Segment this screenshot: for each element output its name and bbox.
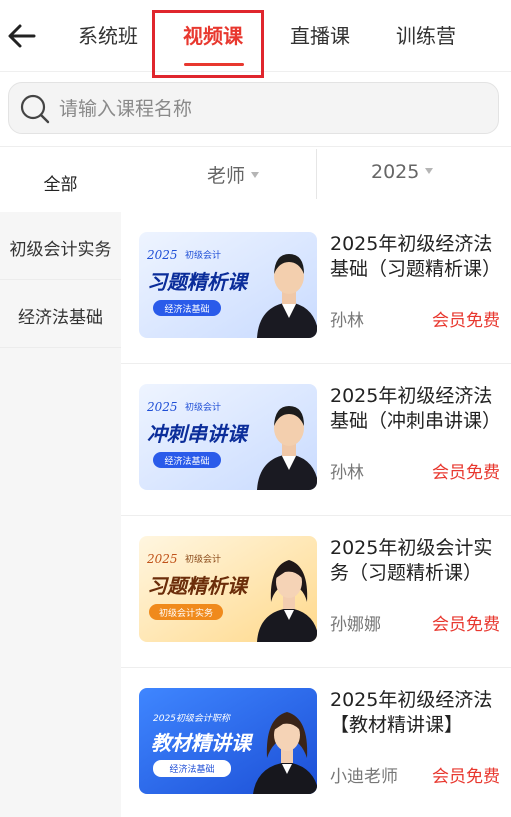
category-all[interactable]: 全部 [0, 147, 121, 213]
category-sidebar: 初级会计实务 经济法基础 [0, 212, 121, 817]
tab-live-course[interactable]: 直播课 [290, 22, 350, 50]
course-card[interactable]: 2025 初级会计 习题精析课 初级会计实务 2025年初级会计实务（习题精析课… [121, 516, 511, 668]
course-thumbnail: 2025 初级会计 冲刺串讲课 经济法基础 [139, 384, 317, 490]
course-teacher: 孙林 [330, 311, 364, 331]
sidebar-item-label: 经济法基础 [18, 308, 103, 328]
thumb-year: 2025 [146, 552, 178, 566]
course-teacher: 孙林 [330, 463, 364, 483]
caret-down-icon [251, 172, 260, 178]
course-price: 会员免费 [432, 311, 500, 331]
search-icon [20, 94, 50, 124]
course-price: 会员免费 [432, 767, 500, 787]
thumb-headline: 习题精析课 [147, 574, 250, 598]
course-thumbnail: 2025 初级会计 习题精析课 经济法基础 [139, 232, 317, 338]
sidebar-item-label: 初级会计实务 [9, 240, 112, 260]
course-title: 2025年初级经济法基础（习题精析课） [330, 233, 502, 280]
tab-video-course[interactable]: 视频课 [183, 22, 243, 50]
thumb-badge: 经济法基础 [169, 763, 214, 775]
course-title: 2025年初级会计实务（习题精析课） [330, 537, 493, 584]
thumb-year: 2025 [146, 248, 178, 262]
course-thumbnail: 2025 初级会计 习题精析课 初级会计实务 [139, 536, 317, 642]
course-thumbnail: 2025初级会计职称 教材精讲课 经济法基础 [139, 688, 317, 794]
thumb-tag: 初级会计 [185, 249, 221, 261]
teacher-filter-label: 老师 [207, 165, 246, 187]
year-filter[interactable]: 2025 [371, 161, 434, 183]
thumb-tag: 初级会计职称 [176, 713, 232, 724]
filter-row: 全部 老师 2025 [0, 146, 511, 213]
thumb-year: 2025 [146, 400, 178, 414]
year-filter-label: 2025 [371, 161, 420, 183]
category-all-label: 全部 [43, 175, 78, 195]
thumb-badge: 初级会计实务 [159, 607, 213, 619]
sidebar-item-accounting[interactable]: 初级会计实务 [0, 212, 121, 280]
course-teacher: 小迪老师 [330, 767, 398, 787]
thumb-headline: 冲刺串讲课 [147, 422, 250, 446]
thumb-badge: 经济法基础 [164, 303, 209, 315]
thumb-headline: 教材精讲课 [151, 731, 254, 755]
thumb-badge: 经济法基础 [164, 455, 209, 467]
course-card[interactable]: 2025初级会计职称 教材精讲课 经济法基础 2025年初级经济法【教材精讲课】… [121, 668, 511, 817]
course-card[interactable]: 2025 初级会计 冲刺串讲课 经济法基础 2025年初级经济法基础（冲刺串讲课… [121, 364, 511, 516]
thumb-tag: 初级会计 [185, 401, 221, 413]
thumb-headline: 习题精析课 [147, 270, 250, 294]
svg-text:2025初级会计职称: 2025初级会计职称 [153, 713, 232, 724]
search-input[interactable] [59, 93, 479, 125]
caret-down-icon [425, 168, 434, 174]
tab-training-camp[interactable]: 训练营 [396, 22, 456, 50]
thumb-year: 2025 [153, 714, 176, 724]
course-title: 2025年初级经济法基础（冲刺串讲课） [330, 385, 502, 432]
thumb-tag: 初级会计 [185, 553, 221, 565]
course-price: 会员免费 [432, 615, 500, 635]
top-nav: 系统班 视频课 直播课 训练营 [0, 0, 511, 72]
arrow-left-icon[interactable] [6, 20, 38, 52]
course-price: 会员免费 [432, 463, 500, 483]
search-bar[interactable] [8, 82, 499, 134]
teacher-filter[interactable]: 老师 [207, 161, 260, 188]
sidebar-item-economic-law[interactable]: 经济法基础 [0, 280, 121, 348]
course-card[interactable]: 2025 初级会计 习题精析课 经济法基础 2025年初级经济法基础（习题精析课… [121, 212, 511, 364]
course-title: 2025年初级经济法【教材精讲课】 [330, 689, 493, 736]
active-tab-indicator [184, 63, 244, 66]
course-teacher: 孙娜娜 [330, 615, 381, 635]
filter-divider [316, 149, 317, 199]
tab-system-class[interactable]: 系统班 [78, 22, 138, 50]
